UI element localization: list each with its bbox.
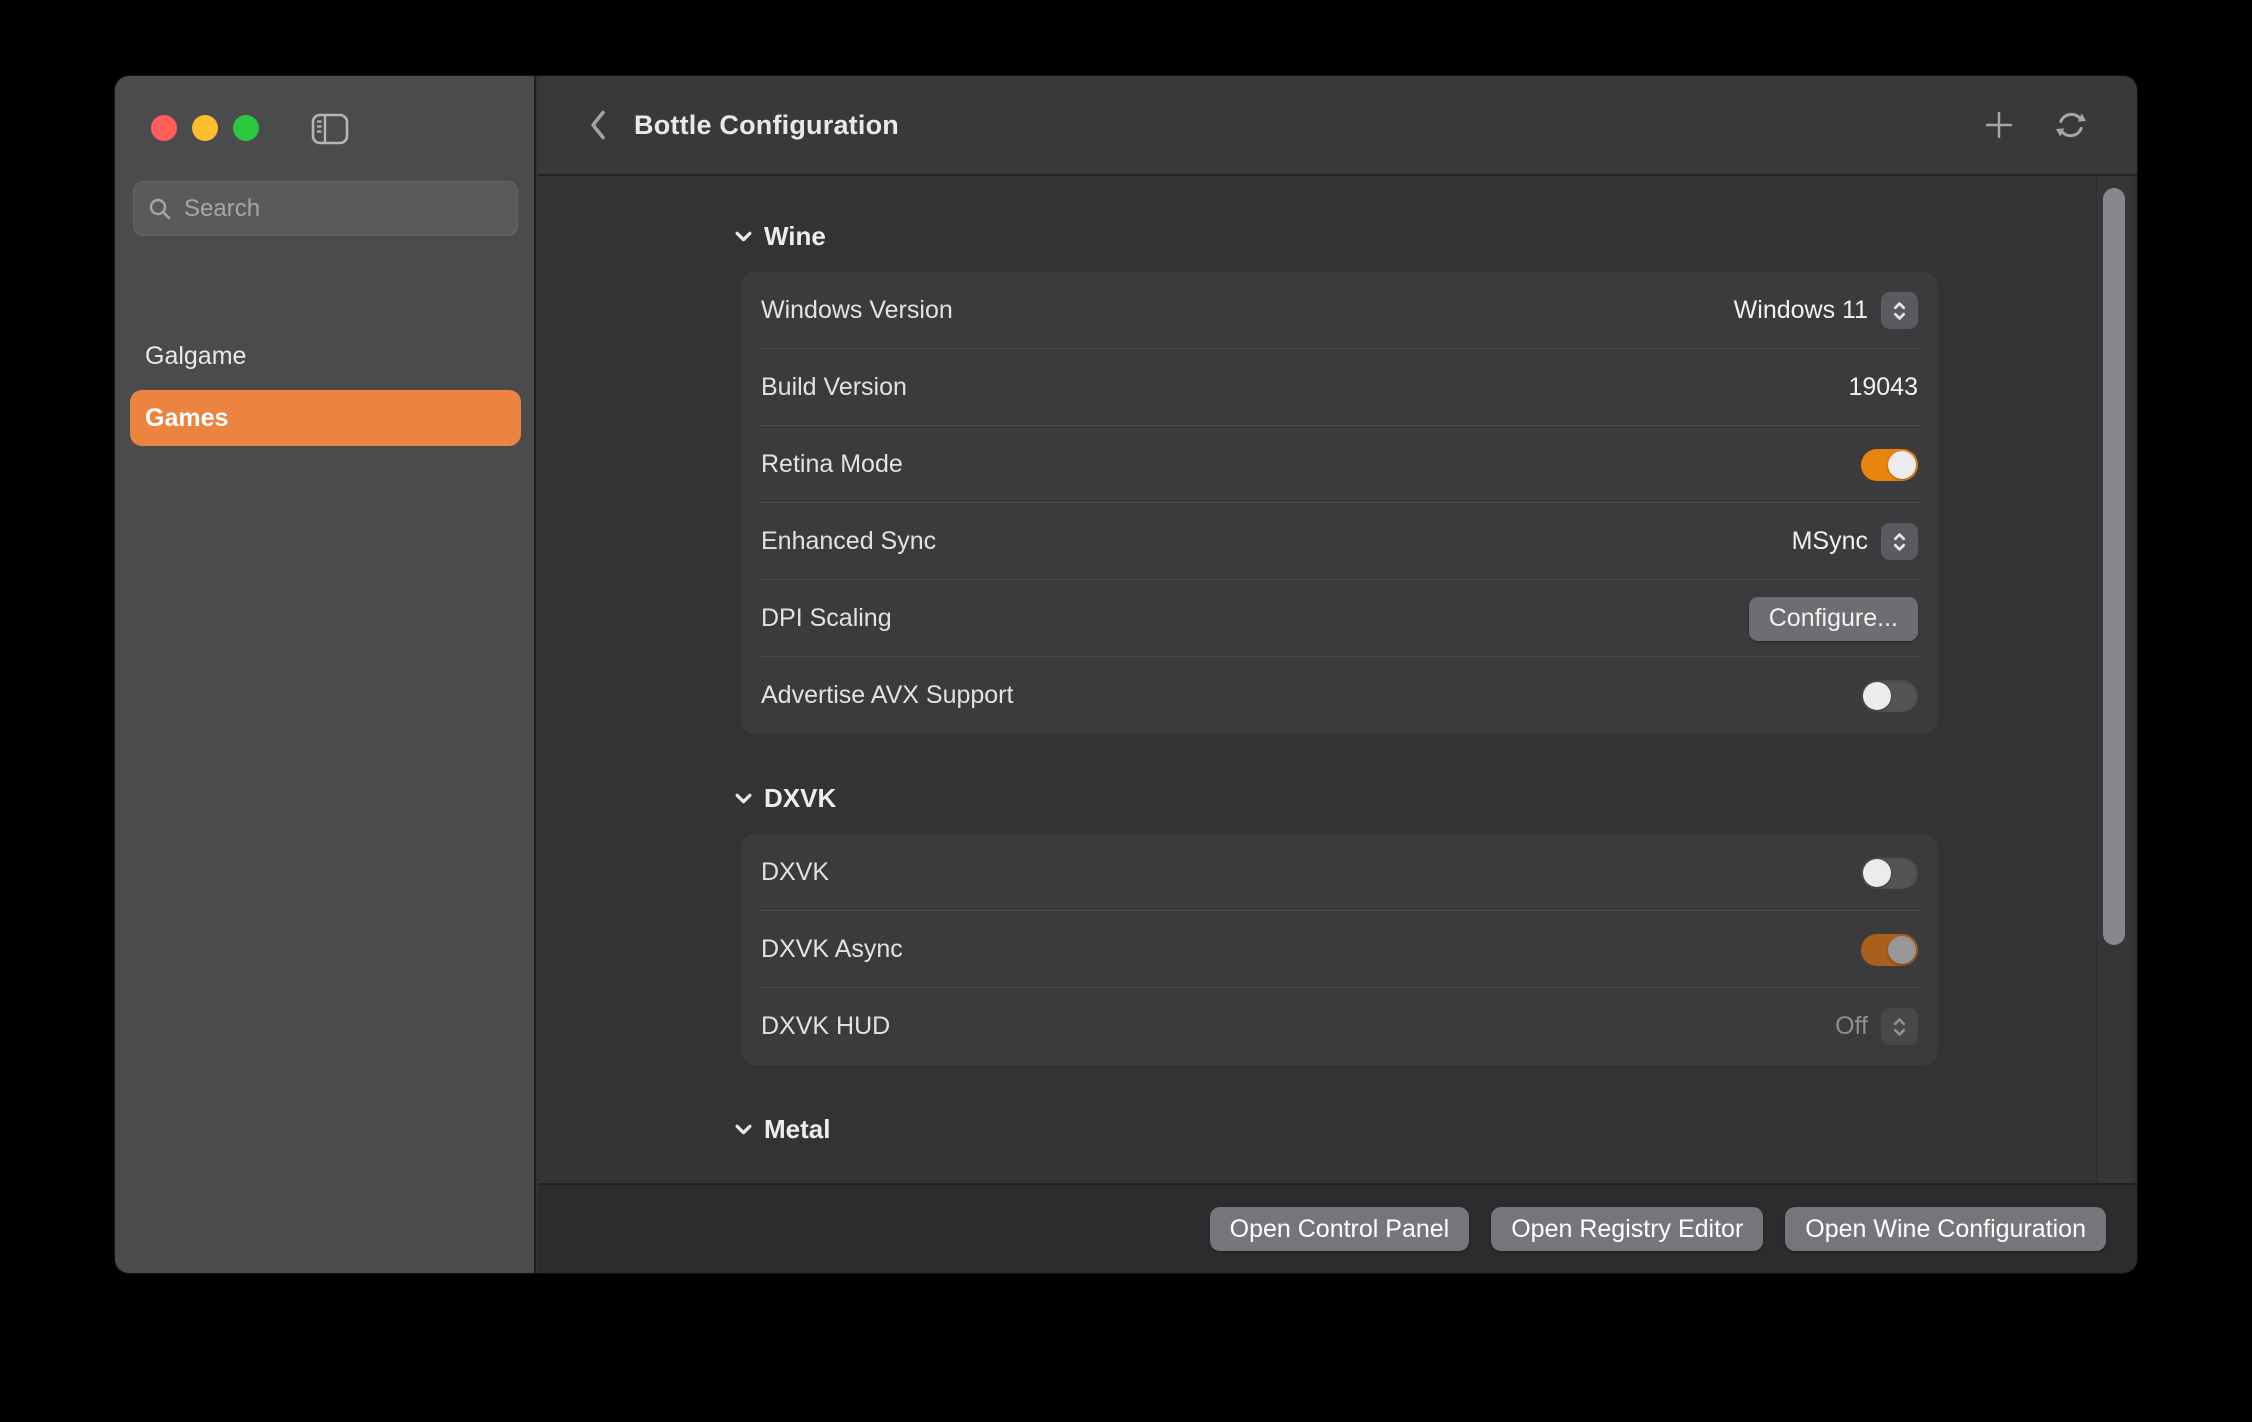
row-label: DXVK Async — [761, 935, 903, 964]
wine-settings-card: Windows Version Windows 11 Build Version… — [741, 272, 1938, 734]
main-panel: Bottle Configuration Wine — [538, 76, 2137, 1273]
search-icon — [148, 197, 172, 221]
sidebar: Galgame Games — [115, 76, 536, 1273]
section-title: Metal — [764, 1114, 830, 1145]
settings-row-enhanced-sync: Enhanced Sync MSync — [741, 503, 1938, 580]
open-registry-editor-button[interactable]: Open Registry Editor — [1491, 1207, 1763, 1251]
chevron-down-icon — [735, 793, 752, 804]
settings-row-advertise-avx: Advertise AVX Support — [741, 657, 1938, 734]
advertise-avx-toggle[interactable] — [1861, 680, 1918, 712]
sidebar-item-games[interactable]: Games — [130, 390, 521, 446]
up-down-chevrons-icon — [1891, 1016, 1908, 1038]
close-button[interactable] — [151, 115, 177, 141]
dxvk-hud-value: Off — [1835, 1012, 1868, 1041]
traffic-lights — [151, 115, 259, 141]
minimize-button[interactable] — [192, 115, 218, 141]
back-button[interactable] — [578, 101, 618, 149]
open-wine-configuration-button[interactable]: Open Wine Configuration — [1785, 1207, 2106, 1251]
enhanced-sync-value: MSync — [1792, 527, 1868, 556]
enhanced-sync-stepper[interactable] — [1881, 523, 1918, 560]
row-label: Windows Version — [761, 296, 953, 325]
up-down-chevrons-icon — [1891, 531, 1908, 553]
build-version-value: 19043 — [1848, 373, 1918, 402]
refresh-icon — [2054, 108, 2088, 142]
plus-icon — [1984, 110, 2014, 140]
dxvk-settings-card: DXVK DXVK Async DXVK HUD Off — [741, 834, 1938, 1065]
chevron-down-icon — [735, 1124, 752, 1135]
dpi-configure-button[interactable]: Configure... — [1749, 597, 1918, 641]
settings-row-dpi-scaling: DPI Scaling Configure... — [741, 580, 1938, 657]
row-label: DXVK — [761, 858, 829, 887]
windows-version-stepper[interactable] — [1881, 292, 1918, 329]
header-bar: Bottle Configuration — [538, 76, 2137, 176]
zoom-button[interactable] — [233, 115, 259, 141]
row-label: DXVK HUD — [761, 1012, 890, 1041]
sidebar-item-label: Games — [145, 404, 228, 433]
toggle-knob — [1863, 682, 1891, 710]
windows-version-value: Windows 11 — [1734, 296, 1868, 325]
dxvk-async-toggle — [1861, 934, 1918, 966]
page-title: Bottle Configuration — [634, 110, 899, 141]
row-label: Retina Mode — [761, 450, 903, 479]
app-window: Galgame Games Bottle Configuration — [115, 76, 2137, 1273]
up-down-chevrons-icon — [1891, 300, 1908, 322]
settings-row-dxvk: DXVK — [741, 834, 1938, 911]
dxvk-hud-stepper — [1881, 1008, 1918, 1045]
section-header-wine[interactable]: Wine — [735, 218, 2137, 254]
sidebar-toggle-button[interactable] — [311, 113, 349, 145]
chevron-down-icon — [735, 231, 752, 242]
dxvk-toggle[interactable] — [1861, 857, 1918, 889]
settings-row-dxvk-hud: DXVK HUD Off — [741, 988, 1938, 1065]
scrollbar-thumb[interactable] — [2103, 188, 2125, 945]
settings-row-windows-version: Windows Version Windows 11 — [741, 272, 1938, 349]
settings-scroll-area: Wine Windows Version Windows 11 Build Ve… — [538, 176, 2137, 1183]
sidebar-toggle-icon — [311, 113, 349, 145]
section-header-dxvk[interactable]: DXVK — [735, 780, 2137, 816]
search-field[interactable] — [133, 181, 518, 236]
toggle-knob — [1863, 859, 1891, 887]
toggle-knob — [1888, 936, 1916, 964]
refresh-button[interactable] — [2049, 103, 2093, 147]
row-label: Advertise AVX Support — [761, 681, 1013, 710]
row-label: DPI Scaling — [761, 604, 892, 633]
settings-row-retina-mode: Retina Mode — [741, 426, 1938, 503]
retina-mode-toggle[interactable] — [1861, 449, 1918, 481]
section-title: Wine — [764, 221, 826, 252]
toggle-knob — [1888, 451, 1916, 479]
add-shortcut-button[interactable] — [1977, 103, 2021, 147]
open-control-panel-button[interactable]: Open Control Panel — [1210, 1207, 1470, 1251]
footer-bar: Open Control Panel Open Registry Editor … — [538, 1183, 2137, 1273]
sidebar-item-galgame[interactable]: Galgame — [130, 328, 521, 384]
section-header-metal[interactable]: Metal — [735, 1111, 2137, 1147]
settings-row-build-version: Build Version 19043 — [741, 349, 1938, 426]
scrollbar-track[interactable] — [2096, 176, 2132, 1183]
sidebar-item-label: Galgame — [145, 342, 246, 371]
section-title: DXVK — [764, 783, 836, 814]
search-input[interactable] — [184, 195, 503, 223]
settings-row-dxvk-async: DXVK Async — [741, 911, 1938, 988]
row-label: Build Version — [761, 373, 907, 402]
chevron-left-icon — [589, 110, 607, 140]
sidebar-list: Galgame Games — [130, 328, 521, 446]
row-label: Enhanced Sync — [761, 527, 936, 556]
